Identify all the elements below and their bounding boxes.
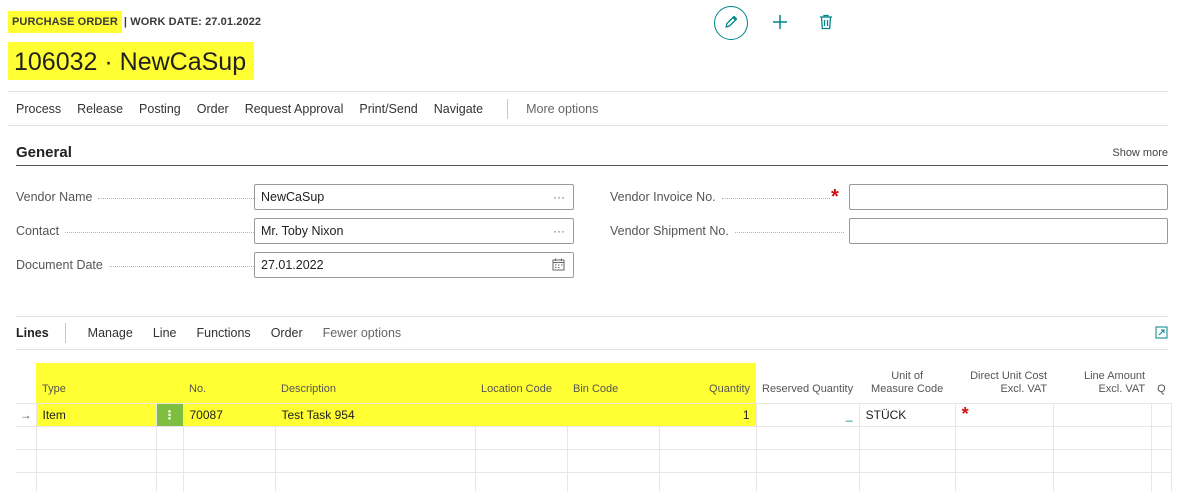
row-menu-icon[interactable]: ⋮ [156,402,184,427]
row-arrow-icon: → [16,402,37,427]
action-divider [507,98,509,119]
col-direct-unit-cost[interactable]: Direct Unit Cost Excl. VAT [955,363,1053,403]
edit-button[interactable] [714,6,748,40]
cell-q[interactable] [1151,402,1173,427]
cell-type[interactable]: Item [36,402,157,427]
col-menu [156,363,183,403]
page-caption: PURCHASE ORDER [8,11,122,33]
show-more-link[interactable]: Show more [1112,147,1168,159]
cell-line-amount[interactable] [1053,402,1152,427]
lines-order[interactable]: Order [271,326,303,340]
table-row[interactable] [16,426,1173,450]
vendor-invoice-field: Vendor Invoice No. * [610,184,1168,210]
lines-action-bar: Lines Manage Line Functions Order Fewer … [16,316,1168,350]
contact-field: Contact Mr. Toby Nixon ··· [16,218,574,244]
col-type[interactable]: Type [36,363,156,403]
table-row[interactable] [16,472,1173,492]
document-date-value: 27.01.2022 [261,258,324,272]
plus-icon [771,13,789,34]
contact-label: Contact [16,224,60,238]
action-request-approval[interactable]: Request Approval [237,102,352,116]
vendor-shipment-field: Vendor Shipment No. [610,218,1168,244]
document-date-label: Document Date [16,258,103,272]
vendor-name-value: NewCaSup [261,190,325,204]
lines-line[interactable]: Line [153,326,177,340]
general-section-header: General Show more [16,140,1168,166]
col-cost-line2: Excl. VAT [1000,382,1048,395]
table-row[interactable] [16,449,1173,473]
work-date: | WORK DATE: 27.01.2022 [123,16,262,28]
col-unit-of-measure[interactable]: Unit of Measure Code [859,363,955,403]
cell-reserved-quantity[interactable]: _ [756,402,860,427]
document-date-field: Document Date 27.01.2022 [16,252,574,278]
col-amount-line2: Excl. VAT [1098,382,1146,395]
action-print-send[interactable]: Print/Send [351,102,425,116]
vendor-invoice-label: Vendor Invoice No. [610,190,716,204]
new-button[interactable] [768,11,792,35]
col-no[interactable]: No. [183,363,275,403]
col-amount-line1: Line Amount [1083,369,1146,382]
cell-no[interactable]: 70087 [183,402,276,427]
cell-bin-code[interactable] [567,402,660,427]
cell-unit-of-measure[interactable]: STÜCK [859,402,956,427]
col-uom-line1: Unit of [891,369,923,382]
contact-value: Mr. Toby Nixon [261,224,344,238]
contact-input[interactable]: Mr. Toby Nixon ··· [254,218,574,244]
vendor-name-label: Vendor Name [16,190,93,204]
col-cost-line1: Direct Unit Cost [970,369,1048,382]
leader-dots [721,197,830,199]
vendor-name-field: Vendor Name NewCaSup ··· [16,184,574,210]
record-title: 106032 · NewCaSup [8,42,255,80]
col-location-code[interactable]: Location Code [475,363,567,403]
action-order[interactable]: Order [189,102,237,116]
col-description[interactable]: Description [275,363,475,403]
col-bin-code[interactable]: Bin Code [567,363,659,403]
edit-icon [723,14,739,33]
table-row[interactable]: → Item ⋮ 70087 Test Task 954 1 _ STÜCK * [16,402,1173,427]
expand-icon[interactable] [1155,326,1168,342]
header-actions [714,6,836,40]
col-quantity[interactable]: Quantity [659,363,756,403]
lines-functions[interactable]: Functions [196,326,250,340]
col-arrow [16,363,36,403]
lookup-ellipsis-icon[interactable]: ··· [553,190,565,204]
page-caption-line: PURCHASE ORDER | WORK DATE: 27.01.2022 [8,10,261,34]
general-title[interactable]: General [16,144,72,161]
cell-location-code[interactable] [475,402,568,427]
lines-manage[interactable]: Manage [88,326,133,340]
action-process[interactable]: Process [8,102,69,116]
lines-tab[interactable]: Lines [16,323,66,343]
cell-quantity[interactable]: 1 [659,402,757,427]
cell-description[interactable]: Test Task 954 [275,402,476,427]
vendor-invoice-input[interactable] [849,184,1168,210]
action-release[interactable]: Release [69,102,131,116]
calendar-icon[interactable] [552,258,565,274]
required-icon: * [831,186,839,208]
action-bar: Process Release Posting Order Request Ap… [8,91,1168,126]
lookup-ellipsis-icon[interactable]: ··· [553,224,565,238]
more-options-button[interactable]: More options [518,102,606,116]
vendor-name-input[interactable]: NewCaSup ··· [254,184,574,210]
lines-grid: Type No. Description Location Code Bin C… [16,363,1173,492]
vendor-shipment-input[interactable] [849,218,1168,244]
col-uom-line2: Measure Code [871,382,944,395]
leader-dots [734,231,844,233]
col-line-amount[interactable]: Line Amount Excl. VAT [1053,363,1151,403]
action-navigate[interactable]: Navigate [426,102,491,116]
col-q[interactable]: Q [1151,363,1172,403]
trash-icon [819,14,833,33]
vendor-shipment-label: Vendor Shipment No. [610,224,729,238]
fewer-options-button[interactable]: Fewer options [323,326,402,340]
action-posting[interactable]: Posting [131,102,189,116]
delete-button[interactable] [816,11,836,35]
cell-direct-unit-cost[interactable]: * [955,402,1054,427]
document-date-input[interactable]: 27.01.2022 [254,252,574,278]
col-reserved-quantity[interactable]: Reserved Quantity [756,363,859,403]
